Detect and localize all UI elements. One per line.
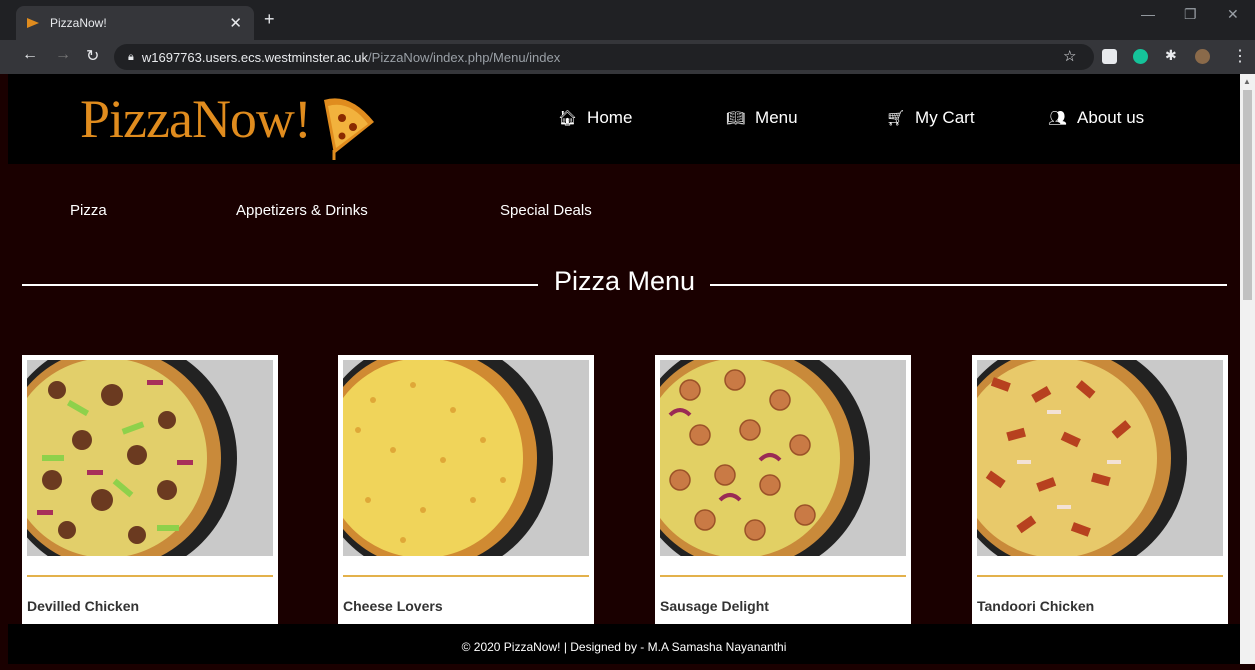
section-title: Pizza Menu	[22, 264, 1227, 304]
page-extension-icon[interactable]	[1102, 49, 1117, 64]
pizza-image-tandoori-chicken[interactable]	[977, 360, 1223, 556]
nav-menu-label: Menu	[755, 108, 798, 127]
bookmark-star-icon[interactable]: ☆	[1063, 47, 1076, 65]
pizza-image-devilled-chicken[interactable]	[27, 360, 273, 556]
nav-about-label: About us	[1077, 108, 1145, 127]
browser-menu-icon[interactable]: ⋮	[1232, 46, 1248, 66]
cart-icon: 🛒︎	[886, 110, 906, 127]
url-host: w1697763.users.ecs.westminster.ac.uk	[141, 49, 369, 65]
address-bar[interactable]: 🔒︎ w1697763.users.ecs.westminster.ac.uk /…	[114, 44, 1094, 70]
book-icon: 📖︎	[726, 110, 746, 127]
home-icon: 🏠︎	[558, 110, 578, 127]
pizza-image-sausage-delight[interactable]	[660, 360, 906, 556]
grammarly-icon[interactable]	[1133, 49, 1148, 64]
scrollbar-thumb[interactable]	[1243, 90, 1252, 300]
nav-menu[interactable]: 📖︎ Menu	[726, 108, 798, 128]
minimize-icon[interactable]: —	[1141, 6, 1155, 22]
pizza-name[interactable]: Devilled Chicken	[27, 598, 139, 614]
new-tab-icon[interactable]: +	[264, 9, 275, 30]
pizza-card[interactable]: Devilled Chicken	[22, 355, 278, 625]
pizza-name[interactable]: Cheese Lovers	[343, 598, 443, 614]
nav-home[interactable]: 🏠︎ Home	[558, 108, 632, 128]
forward-icon[interactable]: →	[55, 46, 71, 64]
pizza-name[interactable]: Tandoori Chicken	[977, 598, 1094, 614]
profile-avatar[interactable]	[1195, 49, 1210, 64]
nav-cart-label: My Cart	[915, 108, 975, 127]
url-path: /PizzaNow/index.php/Menu/index	[368, 49, 561, 65]
back-icon[interactable]: ←	[22, 46, 38, 64]
pizza-card[interactable]: Sausage Delight	[655, 355, 911, 625]
site-header: PizzaNow! 🏠︎ Home 📖︎ Menu 🛒︎ My Cart 👥︎ …	[8, 74, 1240, 164]
pizza-image-cheese-lovers[interactable]	[343, 360, 589, 556]
reload-icon[interactable]: ↻	[86, 46, 99, 66]
extensions-puzzle-icon[interactable]: ✱	[1165, 47, 1180, 63]
tab-title: PizzaNow!	[50, 16, 107, 30]
nav-home-label: Home	[587, 108, 633, 127]
card-divider	[27, 575, 273, 577]
pizza-card[interactable]: Tandoori Chicken	[972, 355, 1228, 625]
browser-tabbar: PizzaNow! ✕ + — ❐ ✕	[0, 0, 1255, 40]
subnav-special-deals[interactable]: Special Deals	[500, 202, 592, 219]
menu-content: Pizza Appetizers & Drinks Special Deals …	[8, 164, 1240, 625]
card-divider	[343, 575, 589, 577]
window-close-icon[interactable]: ✕	[1227, 6, 1239, 23]
scroll-up-icon[interactable]: ▲	[1243, 77, 1251, 86]
pizza-slice-logo-icon	[324, 98, 374, 160]
site-footer: © 2020 PizzaNow! | Designed by - M.A Sam…	[8, 624, 1240, 664]
nav-cart[interactable]: 🛒︎ My Cart	[886, 108, 975, 128]
pizza-favicon-icon	[27, 18, 39, 28]
page-title: Pizza Menu	[553, 266, 696, 296]
page-scrollbar[interactable]: ▲	[1240, 74, 1255, 664]
nav-about[interactable]: 👥︎ About us	[1048, 108, 1144, 128]
browser-toolbar: ← → ↻ 🔒︎ w1697763.users.ecs.westminster.…	[0, 40, 1255, 74]
pizza-name[interactable]: Sausage Delight	[660, 598, 769, 614]
close-tab-icon[interactable]: ✕	[229, 14, 242, 32]
browser-tab[interactable]: PizzaNow! ✕	[16, 6, 254, 40]
lock-icon: 🔒︎	[128, 50, 134, 63]
site-logo[interactable]: PizzaNow!	[80, 88, 312, 150]
users-icon: 👥︎	[1048, 110, 1068, 127]
subnav-pizza[interactable]: Pizza	[70, 202, 107, 219]
subnav-appetizers-drinks[interactable]: Appetizers & Drinks	[236, 202, 368, 219]
card-divider	[977, 575, 1223, 577]
card-divider	[660, 575, 906, 577]
pizza-card[interactable]: Cheese Lovers	[338, 355, 594, 625]
restore-icon[interactable]: ❐	[1184, 6, 1197, 23]
